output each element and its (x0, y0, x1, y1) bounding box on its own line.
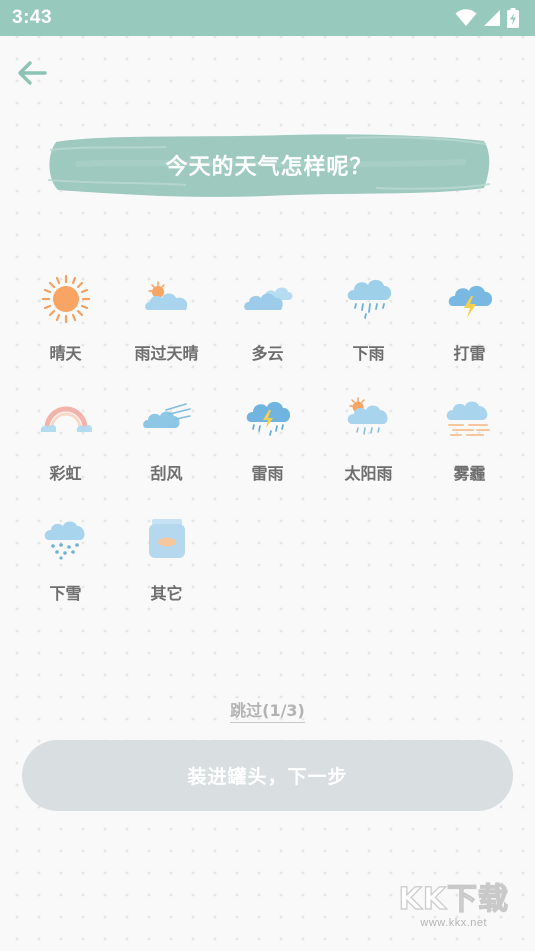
weather-option-label: 打雷 (453, 344, 486, 363)
weather-option-rainbow[interactable]: 彩虹 (15, 388, 116, 488)
weather-option-windy[interactable]: 刮风 (116, 388, 217, 488)
weather-option-cloudy[interactable]: 多云 (217, 268, 318, 368)
weather-option-sun-shower[interactable]: 太阳雨 (318, 388, 419, 488)
arrow-left-icon (18, 61, 47, 85)
sun-shower-icon (347, 397, 387, 435)
weather-option-sunny[interactable]: 晴天 (15, 268, 116, 368)
weather-option-label: 雷雨 (251, 464, 284, 483)
next-step-button-label: 装进罐头，下一步 (187, 766, 348, 788)
weather-options-grid: 晴天 雨过天晴 多云 下雨 打雷 彩虹 刮风 雷雨 太阳雨 雾霾 下雪 其它 (15, 268, 520, 608)
watermark: KK下载 www.kkx.net (398, 882, 510, 929)
skip-link-row: 跳过(1/3) (0, 697, 535, 723)
rainbow-icon (40, 406, 92, 432)
weather-option-smog[interactable]: 雾霾 (419, 388, 520, 488)
weather-option-label: 多云 (251, 344, 284, 363)
sun-behind-cloud-icon (144, 281, 187, 310)
thunder-icon (448, 285, 492, 318)
sun-icon (41, 274, 90, 324)
weather-option-label: 下雪 (49, 584, 82, 603)
title-banner: 今天的天气怎样呢？ (46, 130, 492, 200)
cellular-signal-icon (484, 10, 500, 26)
weather-option-label: 晴天 (49, 344, 82, 363)
weather-option-label: 彩虹 (49, 464, 82, 483)
next-step-button[interactable]: 装进罐头，下一步 (22, 740, 513, 811)
thunderstorm-icon (246, 401, 290, 436)
weather-option-other[interactable]: 其它 (116, 508, 217, 608)
jar-icon (148, 519, 185, 558)
watermark-url: www.kkx.net (420, 917, 488, 929)
weather-option-label: 雾霾 (453, 464, 486, 483)
battery-charging-icon (507, 8, 519, 28)
status-time: 3:43 (12, 7, 53, 28)
clouds-icon (243, 287, 292, 310)
weather-option-label: 下雨 (352, 344, 385, 363)
watermark-logo: KK下载 (398, 882, 509, 917)
wind-icon (142, 403, 191, 428)
weather-option-thunderstorm[interactable]: 雷雨 (217, 388, 318, 488)
page-title: 今天的天气怎样呢？ (165, 155, 373, 180)
snow-icon (44, 521, 84, 560)
wifi-icon (455, 9, 477, 26)
smog-icon (446, 401, 490, 436)
weather-option-rain[interactable]: 下雨 (318, 268, 419, 368)
weather-option-snow[interactable]: 下雪 (15, 508, 116, 608)
weather-option-thunder[interactable]: 打雷 (419, 268, 520, 368)
weather-option-label: 刮风 (150, 464, 183, 483)
weather-option-clearing[interactable]: 雨过天晴 (116, 268, 217, 368)
weather-option-label: 雨过天晴 (134, 344, 199, 363)
status-icons (455, 8, 519, 28)
status-bar: 3:43 (0, 0, 535, 36)
rain-icon (347, 279, 391, 319)
back-button[interactable] (14, 56, 54, 90)
skip-link[interactable]: 跳过(1/3) (230, 701, 305, 723)
weather-option-label: 其它 (150, 584, 183, 603)
weather-option-label: 太阳雨 (344, 464, 393, 483)
